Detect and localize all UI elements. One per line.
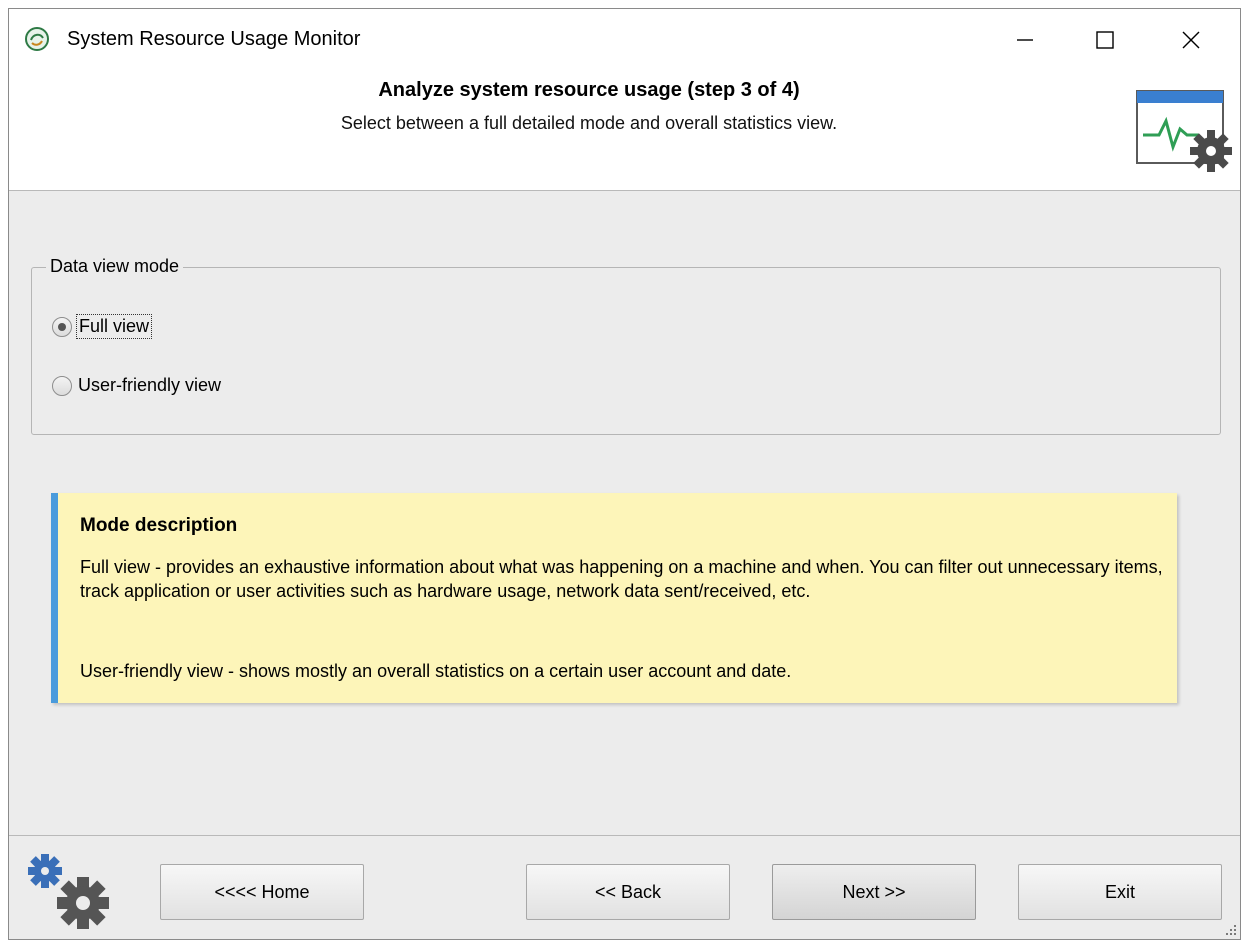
radio-unchecked-icon[interactable] bbox=[52, 375, 72, 396]
group-legend: Data view mode bbox=[46, 256, 184, 277]
gears-icon bbox=[28, 854, 109, 929]
wizard-header: Analyze system resource usage (step 3 of… bbox=[9, 71, 1240, 191]
resize-grip-icon[interactable] bbox=[1224, 923, 1238, 937]
description-user-friendly-view: User-friendly view - shows mostly an ove… bbox=[80, 661, 792, 681]
title-bar: System Resource Usage Monitor bbox=[9, 9, 1240, 71]
radio-checked-icon[interactable] bbox=[52, 316, 72, 337]
radio-user-friendly-view[interactable]: User-friendly view bbox=[52, 374, 223, 397]
back-button[interactable]: << Back bbox=[526, 864, 730, 920]
home-button[interactable]: <<<< Home bbox=[160, 864, 364, 920]
description-title: Mode description bbox=[80, 515, 238, 536]
next-button[interactable]: Next >> bbox=[772, 864, 976, 920]
minimize-icon bbox=[1017, 39, 1033, 41]
app-window: System Resource Usage Monitor Analyze sy… bbox=[8, 8, 1241, 940]
exit-button[interactable]: Exit bbox=[1018, 864, 1222, 920]
radio-label-user-friendly-view[interactable]: User-friendly view bbox=[76, 374, 223, 397]
data-view-mode-group: Data view mode Full view User-friendly v… bbox=[31, 256, 1221, 435]
radio-full-view[interactable]: Full view bbox=[52, 314, 153, 339]
monitor-gear-icon bbox=[1136, 90, 1232, 172]
mode-description-panel: Mode description Full view - provides an… bbox=[51, 493, 1177, 703]
maximize-icon bbox=[1096, 31, 1114, 49]
step-title: Analyze system resource usage (step 3 of… bbox=[378, 79, 800, 101]
minimize-button[interactable] bbox=[985, 9, 1065, 71]
window-title: System Resource Usage Monitor bbox=[67, 28, 361, 50]
app-icon bbox=[25, 27, 49, 51]
footer-divider bbox=[9, 835, 1240, 836]
maximize-button[interactable] bbox=[1065, 9, 1145, 71]
description-full-view: Full view - provides an exhaustive infor… bbox=[80, 557, 1163, 601]
close-icon bbox=[1182, 31, 1200, 49]
step-subtitle: Select between a full detailed mode and … bbox=[340, 113, 838, 133]
close-button[interactable] bbox=[1151, 9, 1231, 71]
radio-label-full-view[interactable]: Full view bbox=[76, 314, 153, 339]
